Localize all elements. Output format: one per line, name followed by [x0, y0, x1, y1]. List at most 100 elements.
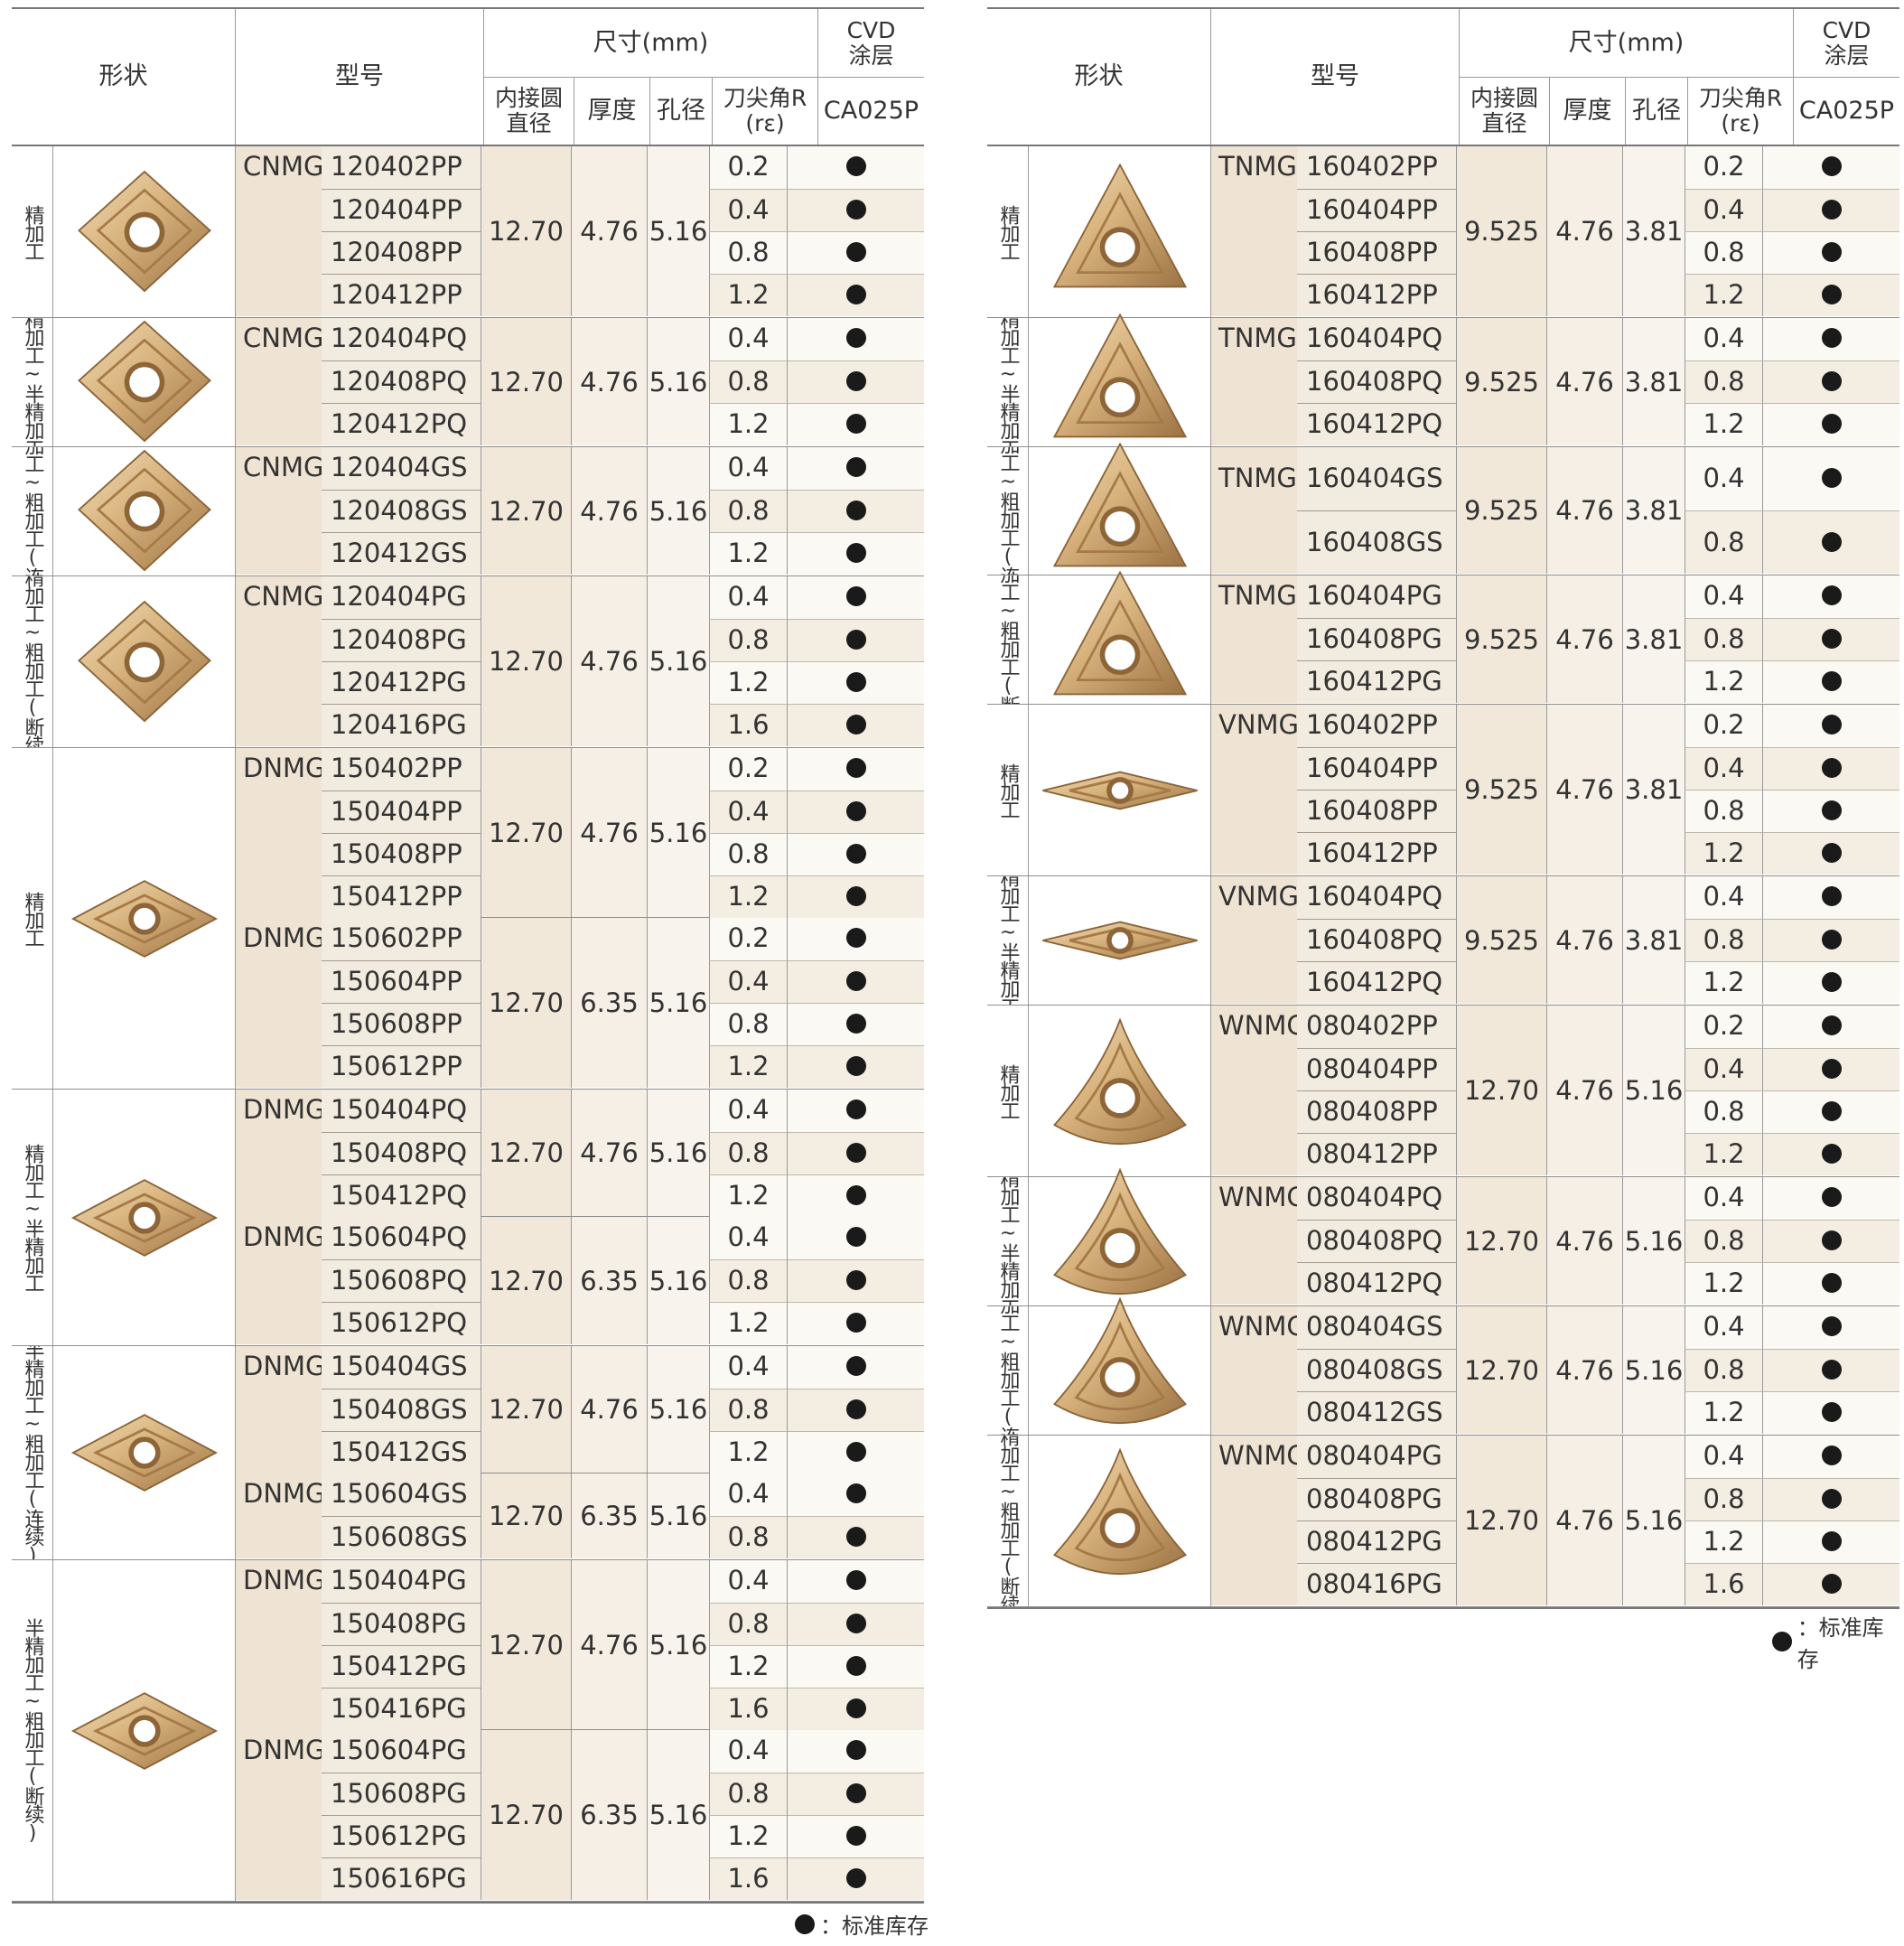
stock-cell	[1763, 1349, 1899, 1391]
nose-radius: 0.8	[1685, 919, 1763, 961]
dimension-cells: 12.70 4.76 5.16	[481, 748, 709, 917]
thickness-value: 4.76	[1546, 318, 1622, 445]
model-code: 160404PG	[1297, 575, 1456, 618]
model-code: 160402PP	[1297, 705, 1456, 747]
nose-radius: 1.2	[709, 1815, 788, 1857]
model-prefix: DNMG	[236, 748, 326, 791]
nose-radius: 1.2	[1685, 274, 1763, 316]
application-label: 半精加工~粗加工(连续)	[12, 1346, 53, 1559]
rhombic-80-insert-icon	[77, 170, 211, 292]
model-code: 120408PG	[322, 619, 481, 661]
stock-cell	[788, 833, 924, 875]
model-code: 080412GS	[1297, 1391, 1456, 1434]
stock-cell	[788, 1516, 924, 1558]
stock-cell	[1763, 575, 1899, 618]
stock-cell	[1763, 1048, 1899, 1090]
insert-image	[1029, 570, 1211, 704]
stock-cell	[788, 1090, 924, 1132]
header-shape: 形状	[12, 9, 236, 145]
model-prefix	[1211, 961, 1297, 1004]
stock-cell	[788, 231, 924, 274]
model-code: 120408PP	[322, 231, 481, 274]
application-text: 精加工	[996, 1063, 1020, 1118]
model-code: 150412PQ	[322, 1174, 481, 1217]
nose-radius: 0.8	[709, 833, 788, 875]
nose-radius: 0.8	[1685, 510, 1763, 574]
stock-dot-icon	[845, 1783, 866, 1803]
application-text: 精加工~半精加工	[996, 318, 1020, 446]
nose-radius: 0.8	[709, 231, 788, 274]
insert-series: WNMG 080404GS 0.4 080408GS 0.8 080412GS 1.2 12.…	[1211, 1306, 1899, 1434]
stock-dot-icon	[845, 928, 866, 948]
model-code: 150404GS	[322, 1346, 481, 1389]
stock-cell	[788, 1688, 924, 1730]
nose-radius: 1.6	[1685, 1563, 1763, 1605]
model-code: 120408PQ	[322, 360, 481, 403]
thickness-value: 4.76	[1546, 146, 1622, 316]
insert-series: CNMG 120404GS 0.4 120408GS 0.8 120412GS 1.2 12.…	[236, 447, 924, 575]
inscribed-circle-value: 12.70	[481, 918, 571, 1088]
stock-dot-icon	[845, 285, 866, 304]
model-prefix	[236, 1259, 322, 1302]
stock-cell	[788, 1815, 924, 1857]
stock-dot-icon	[845, 242, 866, 262]
nose-radius: 0.8	[709, 1003, 788, 1045]
nose-radius: 1.2	[709, 1045, 788, 1088]
stock-cell	[788, 1730, 924, 1773]
nose-radius: 0.4	[1685, 1436, 1763, 1478]
nose-radius: 0.8	[709, 619, 788, 661]
model-code: 120408GS	[322, 490, 481, 532]
model-code: 150604PP	[322, 960, 481, 1003]
stock-dot-icon	[845, 758, 866, 778]
stock-dot-icon	[845, 844, 866, 864]
stock-dot-icon	[845, 672, 866, 692]
stock-cell	[788, 1603, 924, 1645]
triangular-insert-icon	[1052, 163, 1187, 287]
insert-image	[53, 748, 236, 1089]
header-inscribed-circle: 内接圆 直径	[484, 77, 574, 145]
thickness-value: 4.76	[571, 447, 647, 575]
stock-dot-icon	[1821, 1230, 1842, 1250]
stock-cell	[788, 532, 924, 575]
model-code: 080402PP	[1297, 1006, 1456, 1048]
stock-cell	[788, 875, 924, 918]
model-code: 120404GS	[322, 447, 481, 490]
model-code: 150408PG	[322, 1603, 481, 1645]
inscribed-circle-value: 12.70	[481, 576, 571, 746]
hole-value: 5.16	[647, 318, 709, 445]
insert-series: VNMG 160404PQ 0.4 160408PQ 0.8 160412PQ 1.2 9.5…	[1211, 876, 1899, 1004]
insert-series: TNMG 160404PG 0.4 160408PG 0.8 160412PG 1.2 9.5…	[1211, 575, 1899, 703]
model-code: 120402PP	[322, 146, 481, 189]
model-code: 160408PQ	[1297, 360, 1456, 403]
rhombic-80-insert-icon	[77, 449, 211, 572]
model-code: 080416PG	[1297, 1563, 1456, 1605]
application-label: 半精加工~粗加工(连续)	[987, 447, 1029, 575]
application-label: 精加工	[987, 1006, 1029, 1176]
rhombic-35-insert-icon	[1041, 921, 1198, 960]
stock-cell	[788, 360, 924, 403]
inscribed-circle-value: 12.70	[481, 1346, 571, 1473]
stock-dot-icon	[1821, 1531, 1842, 1551]
dimension-cells: 12.70 6.35 5.16	[481, 1474, 709, 1558]
model-prefix	[236, 1302, 322, 1344]
hole-value: 5.16	[647, 918, 709, 1088]
nose-radius: 0.4	[709, 960, 788, 1003]
model-prefix	[236, 189, 322, 231]
model-prefix: DNMG	[236, 918, 326, 960]
stock-dot-icon	[845, 543, 866, 563]
model-code: 160412PP	[1297, 274, 1456, 316]
application-label: 精加工~半精加工	[987, 876, 1029, 1005]
model-code: 080404PG	[1297, 1436, 1456, 1478]
model-prefix: DNMG	[236, 1090, 326, 1132]
application-label: 精加工~半精加工	[987, 1177, 1029, 1305]
dimension-cells: 9.525 4.76 3.81	[1456, 705, 1685, 875]
inscribed-circle-value: 12.70	[1456, 1177, 1546, 1305]
model-prefix	[236, 1773, 322, 1815]
header-model: 型号	[1211, 9, 1460, 145]
model-code: 160412PP	[1297, 832, 1456, 875]
stock-cell	[788, 318, 924, 360]
model-prefix	[1211, 832, 1297, 875]
nose-radius: 0.2	[709, 918, 788, 960]
nose-radius: 0.8	[1685, 231, 1763, 274]
thickness-value: 4.76	[571, 748, 647, 917]
